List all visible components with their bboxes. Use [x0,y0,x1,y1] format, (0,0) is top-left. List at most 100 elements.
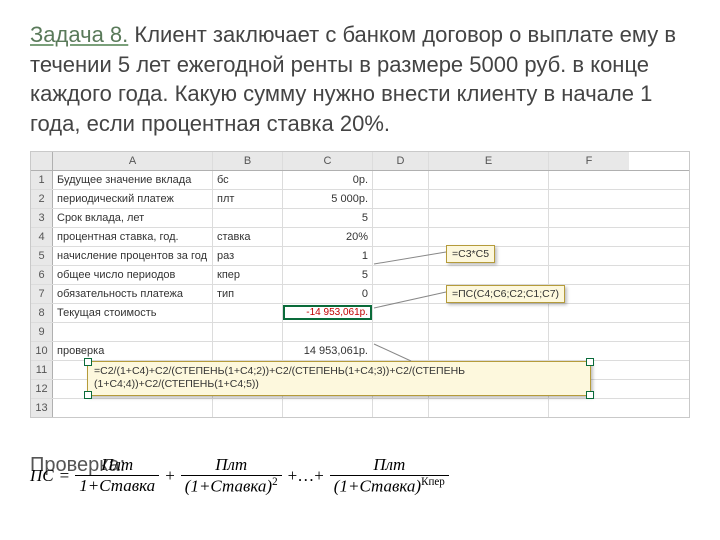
table-row: 5начисление процентов за годраз1 [31,247,689,266]
row-number[interactable]: 6 [31,266,53,284]
spreadsheet: A B C D E F 1Будущее значение вкладабс0р… [30,151,690,418]
cell-A13[interactable] [53,399,213,417]
col-F-header[interactable]: F [549,152,629,170]
cell-D2[interactable] [373,190,429,208]
row-number[interactable]: 10 [31,342,53,360]
cell-B1[interactable]: бс [213,171,283,189]
cell-C8[interactable]: -14 953,061р. [283,304,373,322]
cell-A7[interactable]: обязательность платежа [53,285,213,303]
cell-B9[interactable] [213,323,283,341]
cell-C5[interactable]: 1 [283,247,373,265]
row-number[interactable]: 3 [31,209,53,227]
col-B-header[interactable]: B [213,152,283,170]
cell-F9[interactable] [549,323,629,341]
cell-C3[interactable]: 5 [283,209,373,227]
row-number[interactable]: 4 [31,228,53,246]
cell-A10[interactable]: проверка [53,342,213,360]
cell-C10[interactable]: 14 953,061р. [283,342,373,360]
equation: ПС = Плт 1+Ставка + Плт (1+Ставка)2 +…+ … [30,455,690,497]
cell-B6[interactable]: кпер [213,266,283,284]
formula-callout-c6: =C3*C5 [446,245,495,263]
cell-B7[interactable]: тип [213,285,283,303]
cell-E6[interactable] [429,266,549,284]
cell-E3[interactable] [429,209,549,227]
cell-A3[interactable]: Срок вклада, лет [53,209,213,227]
cell-E2[interactable] [429,190,549,208]
row-number[interactable]: 8 [31,304,53,322]
cell-D9[interactable] [373,323,429,341]
cell-A9[interactable] [53,323,213,341]
cell-F8[interactable] [549,304,629,322]
cell-F4[interactable] [549,228,629,246]
col-E-header[interactable]: E [429,152,549,170]
cell-E9[interactable] [429,323,549,341]
cell-A8[interactable]: Текущая стоимость [53,304,213,322]
row-number[interactable]: 1 [31,171,53,189]
cell-E1[interactable] [429,171,549,189]
cell-B4[interactable]: ставка [213,228,283,246]
cell-C4[interactable]: 20% [283,228,373,246]
cell-F3[interactable] [549,209,629,227]
cell-F13[interactable] [549,399,629,417]
cell-D6[interactable] [373,266,429,284]
cell-A1[interactable]: Будущее значение вклада [53,171,213,189]
table-row: 7обязательность платежатип0 [31,285,689,304]
cell-E13[interactable] [429,399,549,417]
cell-D7[interactable] [373,285,429,303]
cell-A4[interactable]: процентная ставка, год. [53,228,213,246]
cell-D5[interactable] [373,247,429,265]
table-row: 13 [31,399,689,417]
select-all-corner[interactable] [31,152,53,170]
cell-C1[interactable]: 0р. [283,171,373,189]
row-number[interactable]: 2 [31,190,53,208]
column-headers: A B C D E F [31,152,689,171]
formula-callout-c8: =ПС(C4;C6;C2;C1;C7) [446,285,565,303]
cell-E10[interactable] [429,342,549,360]
cell-A2[interactable]: периодический платеж [53,190,213,208]
col-A-header[interactable]: A [53,152,213,170]
row-number[interactable]: 9 [31,323,53,341]
table-row: 1Будущее значение вкладабс0р. [31,171,689,190]
cell-F6[interactable] [549,266,629,284]
cell-F5[interactable] [549,247,629,265]
cell-B2[interactable]: плт [213,190,283,208]
cell-C7[interactable]: 0 [283,285,373,303]
table-row: 2периодический платежплт5 000р. [31,190,689,209]
cell-B3[interactable] [213,209,283,227]
cell-D1[interactable] [373,171,429,189]
cell-F1[interactable] [549,171,629,189]
cell-B5[interactable]: раз [213,247,283,265]
cell-C13[interactable] [283,399,373,417]
cell-E4[interactable] [429,228,549,246]
cell-E8[interactable] [429,304,549,322]
cell-D3[interactable] [373,209,429,227]
cell-A6[interactable]: общее число периодов [53,266,213,284]
col-C-header[interactable]: C [283,152,373,170]
table-row: 4процентная ставка, год.ставка20% [31,228,689,247]
formula-line2: (1+C4;4))+C2/(СТЕПЕНЬ(1+C4;5)) [94,378,259,390]
cell-C9[interactable] [283,323,373,341]
cell-F2[interactable] [549,190,629,208]
col-D-header[interactable]: D [373,152,429,170]
row-number[interactable]: 7 [31,285,53,303]
eq-frac1: Плт 1+Ставка [75,455,159,496]
cell-C6[interactable]: 5 [283,266,373,284]
table-row: 6общее число периодовкпер5 [31,266,689,285]
row-number[interactable]: 13 [31,399,53,417]
cell-A5[interactable]: начисление процентов за год [53,247,213,265]
title-prefix: Задача 8. [30,22,128,47]
cell-C2[interactable]: 5 000р. [283,190,373,208]
cell-D4[interactable] [373,228,429,246]
row-number[interactable]: 5 [31,247,53,265]
cell-B8[interactable] [213,304,283,322]
cell-D8[interactable] [373,304,429,322]
row-number[interactable]: 12 [31,380,53,398]
eq-plus1: + [165,466,175,486]
cell-D13[interactable] [373,399,429,417]
row-number[interactable]: 11 [31,361,53,379]
cell-B10[interactable] [213,342,283,360]
cell-B13[interactable] [213,399,283,417]
eq-equals: = [60,466,70,486]
cell-D10[interactable] [373,342,429,360]
eq-frac2: Плт (1+Ставка)2 [181,455,282,497]
